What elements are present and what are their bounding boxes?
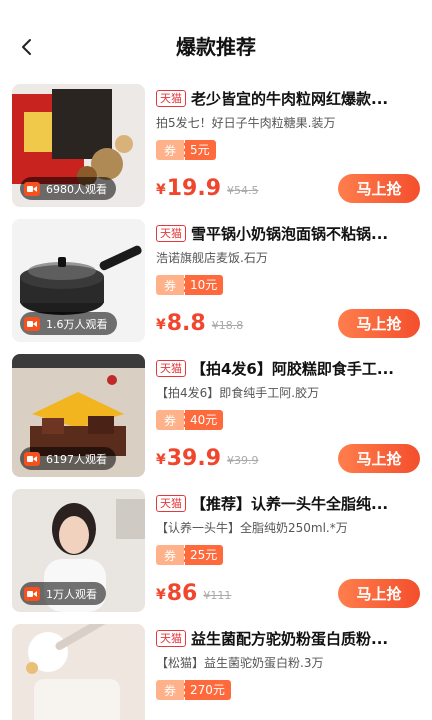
view-count: 1万人观看 — [46, 587, 97, 601]
product-title[interactable]: 益生菌配方驼奶粉蛋白质粉... — [191, 628, 388, 649]
price-row: ¥ 8.8 ¥18.8 马上抢 — [156, 306, 422, 338]
original-price: ¥54.5 — [227, 184, 259, 197]
product-subtitle: 【认养一头牛】全脂纯奶250ml.*万 — [156, 521, 348, 535]
view-count-badge: 1万人观看 — [20, 582, 106, 605]
tmall-tag: 天猫 — [156, 629, 186, 647]
view-count-badge: 1.6万人观看 — [20, 312, 117, 335]
product-list[interactable]: 6980人观看 天猫 老少皆宜的牛肉粒网红爆款... 拍5发七！好日子牛肉粒糖果… — [0, 78, 432, 720]
video-icon — [24, 316, 40, 331]
coupon-value: 5元 — [186, 140, 216, 160]
tmall-tag: 天猫 — [156, 224, 186, 242]
tmall-tag: 天猫 — [156, 89, 186, 107]
video-icon — [24, 451, 40, 466]
chevron-left-icon — [22, 39, 31, 55]
product-image[interactable]: 1万人观看 — [12, 489, 145, 612]
coupon-value: 40元 — [186, 410, 224, 430]
buy-now-button[interactable]: 马上抢 — [338, 579, 420, 608]
view-count-badge: 6980人观看 — [20, 177, 116, 200]
coupon-badge[interactable]: 券 40元 — [156, 410, 224, 430]
product-image[interactable]: 6980人观看 — [12, 84, 145, 207]
view-count: 1.6万人观看 — [46, 317, 108, 331]
product-subtitle: 【拍4发6】即食纯手工阿.胶万 — [156, 386, 320, 400]
video-icon — [24, 181, 40, 196]
sale-price: 8.8 — [166, 311, 206, 336]
buy-now-button[interactable]: 马上抢 — [338, 309, 420, 338]
coupon-label: 券 — [156, 410, 184, 430]
product-info: 天猫 雪平锅小奶锅泡面锅不粘锅... 浩诺旗舰店麦饭.石万 券 10元 ¥ 8.… — [156, 219, 422, 342]
original-price: ¥111 — [203, 589, 232, 602]
product-info: 天猫 老少皆宜的牛肉粒网红爆款... 拍5发七！好日子牛肉粒糖果.装万 券 5元… — [156, 84, 422, 207]
product-title[interactable]: 老少皆宜的牛肉粒网红爆款... — [191, 88, 388, 109]
currency-symbol: ¥ — [156, 317, 166, 333]
currency-symbol: ¥ — [156, 587, 166, 603]
coupon-label: 券 — [156, 545, 184, 565]
coupon-value: 10元 — [186, 275, 224, 295]
coupon-value: 270元 — [186, 680, 231, 700]
product-card[interactable]: 1.6万人观看 天猫 雪平锅小奶锅泡面锅不粘锅... 浩诺旗舰店麦饭.石万 券 … — [0, 213, 432, 348]
original-price: ¥18.8 — [211, 319, 244, 332]
sale-price: 86 — [166, 581, 198, 606]
buy-now-button[interactable]: 马上抢 — [338, 444, 420, 473]
coupon-label: 券 — [156, 275, 184, 295]
product-title[interactable]: 【拍4发6】阿胶糕即食手工... — [191, 358, 394, 379]
product-info: 天猫 益生菌配方驼奶粉蛋白质粉... 【松猫】益生菌驼奶蛋白粉.3万 券 270… — [156, 624, 422, 720]
product-title[interactable]: 雪平锅小奶锅泡面锅不粘锅... — [191, 223, 388, 244]
coupon-value: 25元 — [186, 545, 224, 565]
sale-price: 39.9 — [166, 446, 222, 471]
original-price: ¥39.9 — [227, 454, 259, 467]
currency-symbol: ¥ — [156, 182, 166, 198]
buy-now-button[interactable]: 马上抢 — [338, 174, 420, 203]
coupon-badge[interactable]: 券 25元 — [156, 545, 224, 565]
product-subtitle: 拍5发七！好日子牛肉粒糖果.装万 — [156, 116, 336, 130]
view-count: 6197人观看 — [46, 452, 107, 466]
product-image[interactable]: 6197人观看 — [12, 354, 145, 477]
currency-symbol: ¥ — [156, 452, 166, 468]
video-icon — [24, 586, 40, 601]
coupon-label: 券 — [156, 680, 184, 700]
price-row: ¥ 86 ¥111 马上抢 — [156, 576, 422, 608]
price-row: ¥ 19.9 ¥54.5 马上抢 — [156, 171, 422, 203]
product-image[interactable] — [12, 624, 145, 720]
product-card[interactable]: 天猫 益生菌配方驼奶粉蛋白质粉... 【松猫】益生菌驼奶蛋白粉.3万 券 270… — [0, 618, 432, 720]
product-subtitle: 浩诺旗舰店麦饭.石万 — [156, 251, 268, 265]
sale-price: 19.9 — [166, 176, 222, 201]
product-image[interactable]: 1.6万人观看 — [12, 219, 145, 342]
product-title[interactable]: 【推荐】认养一头牛全脂纯... — [191, 493, 388, 514]
product-info: 天猫 【推荐】认养一头牛全脂纯... 【认养一头牛】全脂纯奶250ml.*万 券… — [156, 489, 422, 612]
product-card[interactable]: 6197人观看 天猫 【拍4发6】阿胶糕即食手工... 【拍4发6】即食纯手工阿… — [0, 348, 432, 483]
view-count-badge: 6197人观看 — [20, 447, 116, 470]
price-row: ¥ 39.9 ¥39.9 马上抢 — [156, 441, 422, 473]
product-subtitle: 【松猫】益生菌驼奶蛋白粉.3万 — [156, 656, 324, 670]
coupon-label: 券 — [156, 140, 184, 160]
product-card[interactable]: 6980人观看 天猫 老少皆宜的牛肉粒网红爆款... 拍5发七！好日子牛肉粒糖果… — [0, 78, 432, 213]
coupon-badge[interactable]: 券 10元 — [156, 275, 224, 295]
tmall-tag: 天猫 — [156, 359, 186, 377]
coupon-badge[interactable]: 券 5元 — [156, 140, 216, 160]
app-header: 爆款推荐 — [0, 0, 432, 78]
view-count: 6980人观看 — [46, 182, 107, 196]
page-title: 爆款推荐 — [176, 35, 256, 59]
product-info: 天猫 【拍4发6】阿胶糕即食手工... 【拍4发6】即食纯手工阿.胶万 券 40… — [156, 354, 422, 477]
coupon-badge[interactable]: 券 270元 — [156, 680, 231, 700]
product-card[interactable]: 1万人观看 天猫 【推荐】认养一头牛全脂纯... 【认养一头牛】全脂纯奶250m… — [0, 483, 432, 618]
tmall-tag: 天猫 — [156, 494, 186, 512]
back-button[interactable] — [10, 30, 44, 64]
